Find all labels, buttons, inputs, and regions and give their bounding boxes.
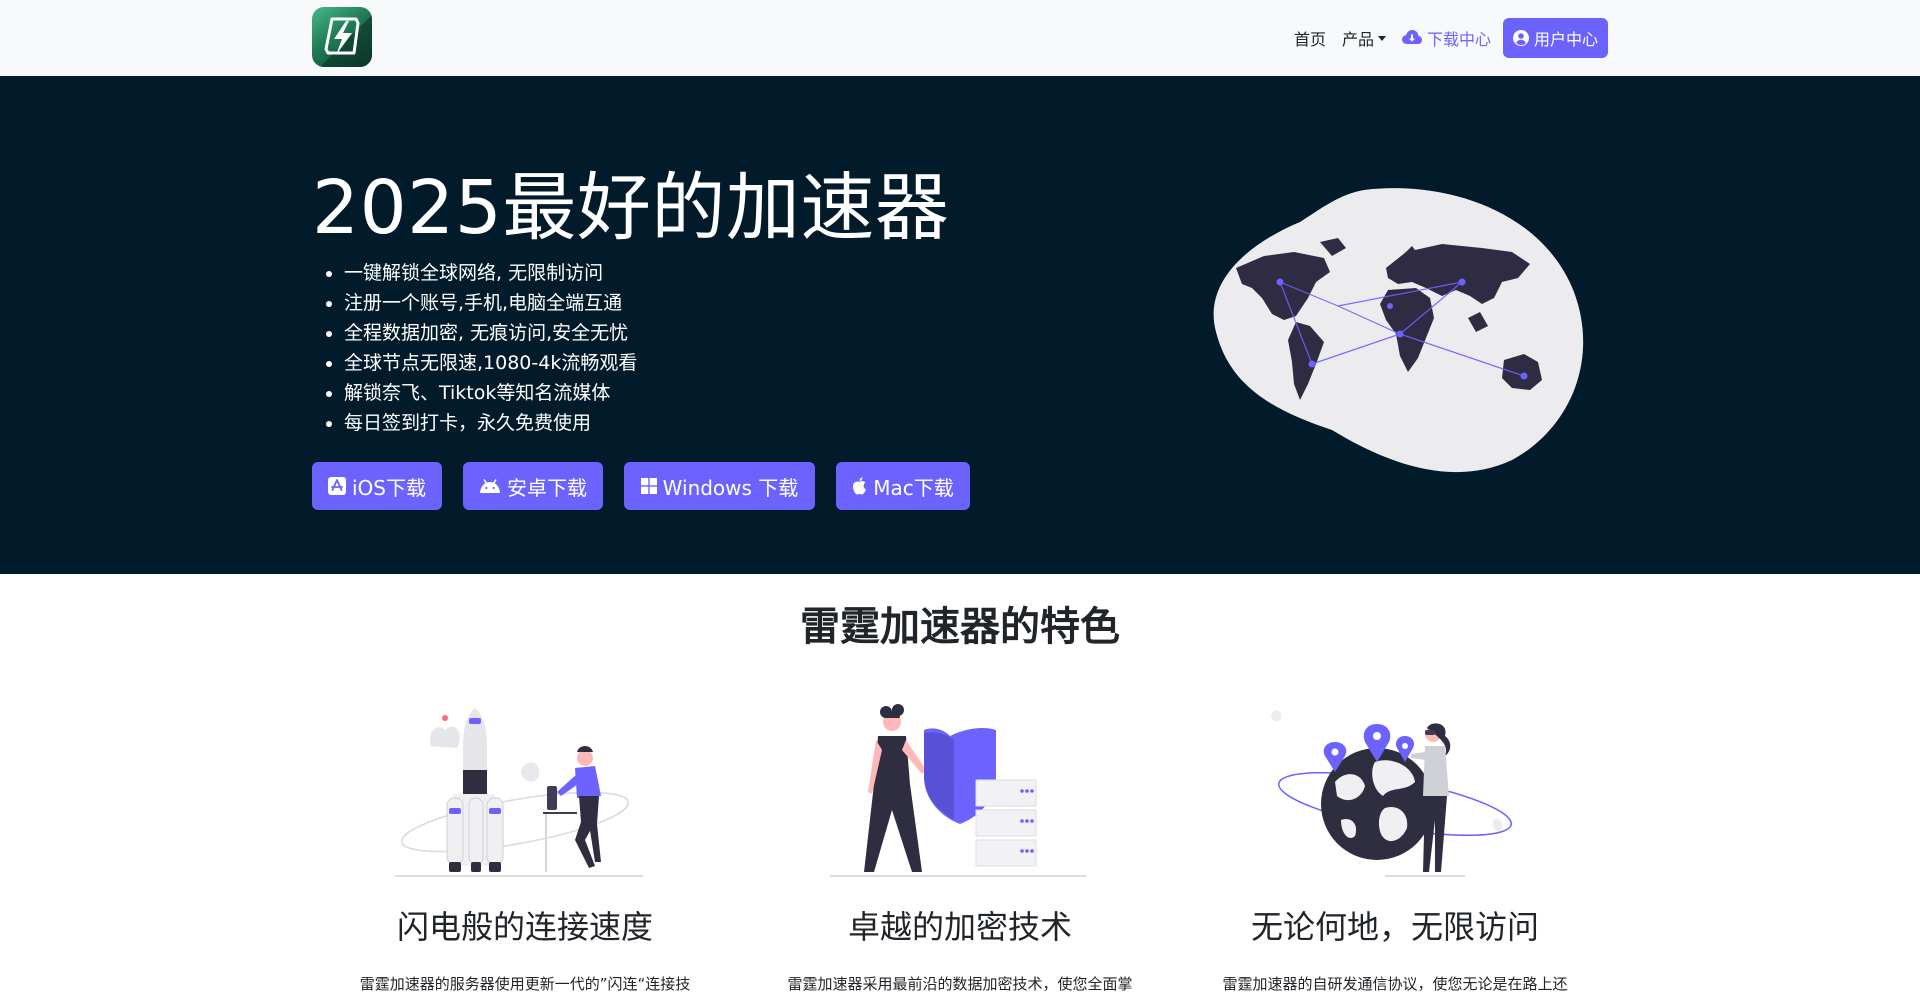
caret-down-icon	[1377, 35, 1386, 41]
cloud-download-icon	[1401, 30, 1422, 44]
nav-download-center-link[interactable]: 下载中心	[1401, 26, 1491, 50]
android-icon	[480, 479, 500, 493]
feature-speed-title: 闪电般的连接速度	[396, 908, 653, 946]
android-download-label: 安卓下载	[507, 475, 587, 500]
user-center-label: 用户中心	[1533, 30, 1598, 49]
feature-speed-illustration	[305, 700, 745, 880]
world-map-illustration	[1213, 188, 1584, 473]
feature-encryption-title: 卓越的加密技术	[847, 908, 1072, 946]
ios-download-label: iOS下载	[352, 475, 426, 500]
hero-bullet: 全球节点无限速,1080-4k流畅观看	[344, 348, 637, 378]
user-circle-icon	[1512, 30, 1529, 46]
hero-bullet: 一键解锁全球网络, 无限制访问	[344, 258, 637, 288]
feature-speed-desc: 雷霆加速器的服务器使用更新一代的”闪连“连接技	[359, 975, 691, 993]
feature-access-illustration	[1175, 700, 1615, 880]
features-title: 雷霆加速器的特色	[800, 604, 1120, 650]
hero-bullet: 解锁奈飞、Tiktok等知名流媒体	[344, 378, 637, 408]
app-store-icon	[328, 477, 346, 495]
mac-download-button[interactable]: Mac下载	[836, 462, 970, 510]
top-navbar: 首页 产品 下载中心 用户中心	[0, 0, 1920, 76]
feature-encryption-illustration	[740, 700, 1180, 880]
windows-icon	[640, 478, 657, 494]
hero-section: 2025最好的加速器 一键解锁全球网络, 无限制访问 注册一个账号,手机,电脑全…	[0, 76, 1920, 574]
feature-access-title: 无论何地，无限访问	[1250, 908, 1539, 946]
hero-bullet: 每日签到打卡，永久免费使用	[344, 408, 637, 438]
mac-download-label: Mac下载	[873, 475, 954, 500]
hero-feature-list: 一键解锁全球网络, 无限制访问 注册一个账号,手机,电脑全端互通 全程数据加密,…	[344, 258, 637, 438]
hero-bullet: 注册一个账号,手机,电脑全端互通	[344, 288, 637, 318]
windows-download-label: Windows 下载	[662, 475, 799, 500]
nav-products-dropdown[interactable]: 产品	[1342, 26, 1386, 50]
apple-icon	[853, 477, 867, 495]
android-download-button[interactable]: 安卓下载	[463, 462, 603, 510]
user-center-button[interactable]: 用户中心	[1502, 18, 1608, 58]
feature-encryption-desc: 雷霆加速器采用最前沿的数据加密技术，使您全面掌	[787, 975, 1133, 993]
hero-title: 2025最好的加速器	[312, 165, 950, 251]
feature-access-desc: 雷霆加速器的自研发通信协议，使您无论是在路上还	[1222, 975, 1568, 993]
nav-products-label: 产品	[1341, 30, 1374, 49]
hero-bullet: 全程数据加密, 无痕访问,安全无忧	[344, 318, 637, 348]
nav-links: 首页 产品 下载中心 用户中心	[1278, 18, 1608, 58]
download-buttons: iOS下载 安卓下载 Windows 下载 Mac下载	[312, 462, 991, 510]
ios-download-button[interactable]: iOS下载	[312, 462, 442, 510]
windows-download-button[interactable]: Windows 下载	[624, 462, 815, 510]
nav-download-center-label: 下载中心	[1426, 30, 1491, 49]
nav-home-link[interactable]: 首页	[1294, 26, 1326, 50]
lightning-logo[interactable]	[312, 7, 372, 67]
